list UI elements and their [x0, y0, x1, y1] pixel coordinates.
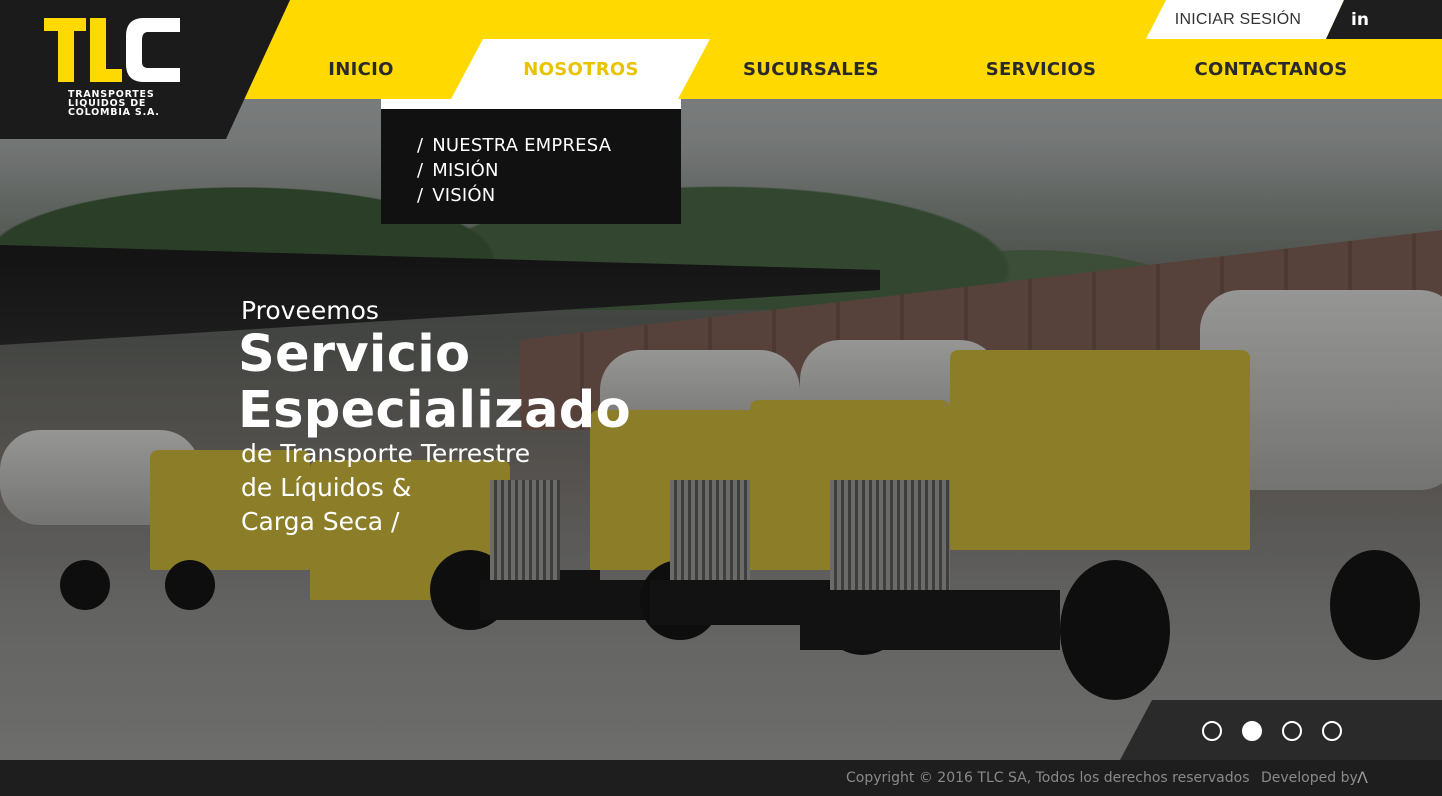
slider-dot-3[interactable] [1282, 721, 1302, 741]
hero-headline: Proveemos Servicio Especializado de Tran… [238, 296, 631, 539]
hero-title: Servicio Especializado [238, 325, 631, 440]
nav-item-sucursales[interactable]: SUCURSALES [730, 39, 892, 99]
developer-logo-icon[interactable]: Λ [1357, 768, 1368, 787]
dropdown-item-mision[interactable]: / MISIÓN [417, 158, 681, 183]
nav-item-servicios[interactable]: SERVICIOS [960, 39, 1122, 99]
dropdown-item-nuestra-empresa[interactable]: / NUESTRA EMPRESA [417, 133, 681, 158]
top-strip: INICIAR SESIÓN [1146, 0, 1442, 39]
nav-active-underline [381, 99, 681, 109]
social-bar [1326, 0, 1442, 39]
slider-controls [1120, 700, 1442, 760]
nav-item-contactanos[interactable]: CONTACTANOS [1180, 39, 1362, 99]
linkedin-icon[interactable]: in [1351, 10, 1369, 30]
copyright-text: Copyright © 2016 TLC SA, Todos los derec… [846, 770, 1250, 786]
logo-company-name: TRANSPORTES LIQUIDOS DE COLOMBIA S.A. [68, 89, 160, 118]
slider-dot-4[interactable] [1322, 721, 1342, 741]
nosotros-dropdown: / NUESTRA EMPRESA / MISIÓN / VISIÓN [381, 109, 681, 224]
login-button[interactable]: INICIAR SESIÓN [1146, 0, 1344, 39]
hero-pretitle: Proveemos [241, 296, 379, 325]
footer: Copyright © 2016 TLC SA, Todos los derec… [0, 760, 1442, 796]
login-label: INICIAR SESIÓN [1174, 10, 1302, 28]
tlc-logo-icon [44, 18, 180, 82]
slider-dot-1[interactable] [1202, 721, 1222, 741]
developed-by-link[interactable]: Developed by [1261, 770, 1358, 786]
hero-subtitle: de Transporte Terrestre de Líquidos & Ca… [241, 439, 531, 536]
nav-item-nosotros[interactable]: NOSOTROS [500, 39, 662, 99]
nav-item-inicio[interactable]: INICIO [300, 39, 422, 99]
dropdown-item-vision[interactable]: / VISIÓN [417, 183, 681, 208]
slider-dot-2[interactable] [1242, 721, 1262, 741]
